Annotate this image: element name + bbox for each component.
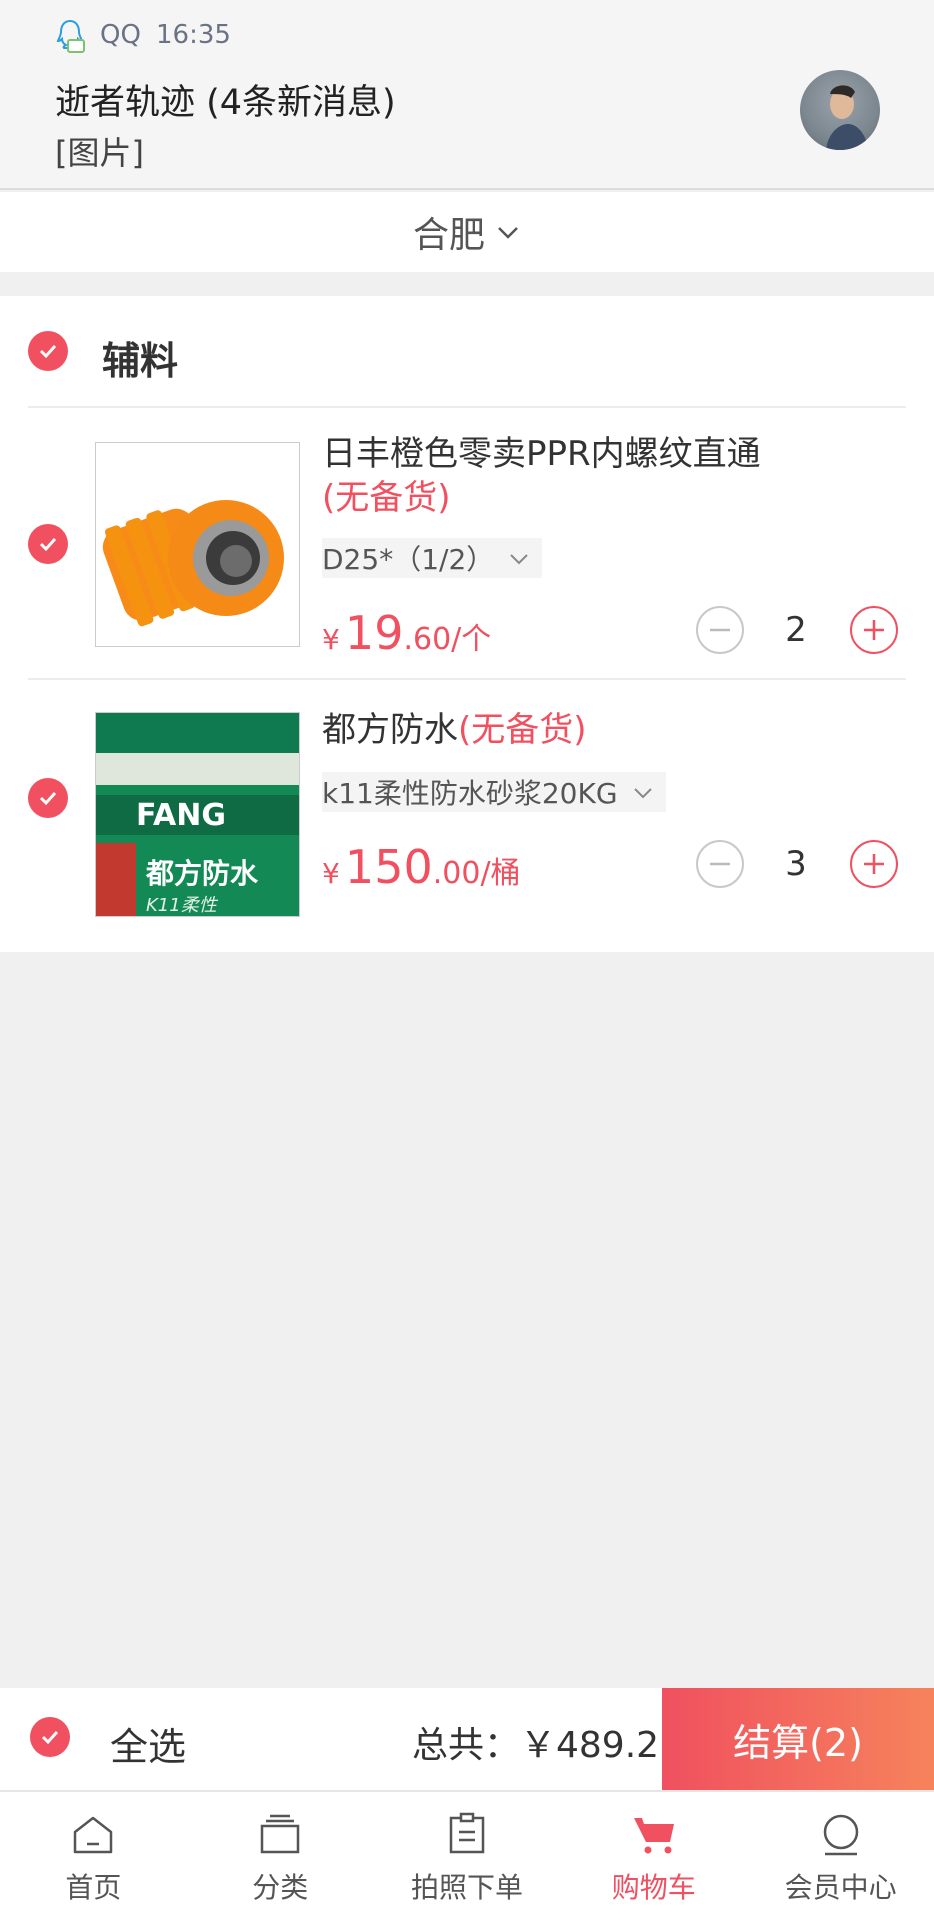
city-selector[interactable]: 合肥 [0,192,934,272]
quantity-value[interactable]: 2 [766,610,826,650]
tab-label: 分类 [252,1871,309,1904]
select-all-label[interactable]: 全选 [110,1716,186,1771]
item-price: ¥ 19.60/个 [322,606,491,660]
tab-label: 拍照下单 [410,1871,523,1904]
minus-icon [710,628,730,632]
plus-icon [864,854,884,874]
group-select-checkbox[interactable] [28,331,68,371]
checkmark-icon [39,344,57,359]
chevron-down-icon [633,788,652,799]
item-select-checkbox[interactable] [28,524,68,564]
total-price: 总共：￥489.2 [412,1725,660,1766]
settle-button[interactable]: 结算(2) [662,1688,934,1790]
cart-icon [633,1818,674,1854]
user-icon [823,1814,858,1856]
stock-status: (无备货) [322,478,451,518]
svg-text:都方防水: 都方防水 [145,857,259,890]
product-image-waterproof-bucket[interactable]: FANG 都方防水 K11柔性 [95,712,300,917]
tab-label: 购物车 [611,1871,696,1904]
checkmark-icon [39,537,57,552]
spec-selector[interactable]: D25*（1/2） [322,538,543,578]
minus-icon [710,862,730,866]
spec-value: k11柔性防水砂浆20KG [322,777,618,810]
item-select-checkbox[interactable] [28,778,68,818]
spec-selector[interactable]: k11柔性防水砂浆20KG [322,772,666,812]
tab-label: 首页 [65,1871,122,1904]
decrease-quantity-button[interactable] [696,840,744,888]
qq-penguin-icon [56,19,85,53]
divider [28,678,906,680]
decrease-quantity-button[interactable] [696,606,744,654]
chevron-down-icon [498,227,518,239]
bottom-tab-bar: 首页 分类 拍照下单 购物车 会员中心 [0,1790,934,1920]
spec-value: D25*（1/2） [322,543,495,576]
item-name: 日丰橙色零卖PPR内螺纹直通 (无备货) [322,432,761,520]
svg-text:FANG: FANG [136,798,226,833]
category-icon [260,1814,300,1854]
notification-title: 逝者轨迹 (4条新消息) [55,83,396,123]
tab-category[interactable]: 分类 [187,1792,374,1920]
checkmark-icon [39,791,57,806]
increase-quantity-button[interactable] [850,840,898,888]
item-name: 都方防水(无备货) [322,708,587,752]
notification-banner[interactable]: QQ 16:35 逝者轨迹 (4条新消息) [图片] [0,0,934,190]
item-name-text: 都方防水 [322,710,458,750]
chevron-down-icon [510,554,528,565]
increase-quantity-button[interactable] [850,606,898,654]
tab-home[interactable]: 首页 [0,1792,187,1920]
group-title: 辅料 [102,339,179,383]
divider [28,406,906,408]
checkmark-icon [41,1730,59,1745]
product-image-ppr-fitting[interactable] [95,442,300,647]
avatar [800,70,880,150]
quantity-value[interactable]: 3 [766,844,826,884]
stock-status: (无备货) [458,710,587,750]
plus-icon [864,620,884,640]
tab-photo-order[interactable]: 拍照下单 [374,1792,561,1920]
currency-symbol: ¥ [322,623,340,656]
price-decimal-unit: .00/桶 [432,856,521,891]
price-integer: 150 [344,840,433,894]
tab-label: 会员中心 [784,1871,897,1904]
price-decimal-unit: .60/个 [403,622,492,657]
tab-cart[interactable]: 购物车 [560,1792,747,1920]
price-integer: 19 [344,606,404,660]
currency-symbol: ¥ [322,857,340,890]
home-icon [74,1816,113,1854]
svg-text:K11柔性: K11柔性 [146,895,219,916]
clipboard-icon [449,1812,485,1854]
notification-app-name: QQ [100,20,141,50]
city-name: 合肥 [412,215,485,256]
tab-member-center[interactable]: 会员中心 [747,1792,934,1920]
item-name-text: 日丰橙色零卖PPR内螺纹直通 [322,434,761,474]
notification-text: [图片] [55,134,144,172]
item-price: ¥ 150.00/桶 [322,840,521,894]
select-all-checkbox[interactable] [30,1717,70,1757]
notification-time: 16:35 [156,20,231,50]
